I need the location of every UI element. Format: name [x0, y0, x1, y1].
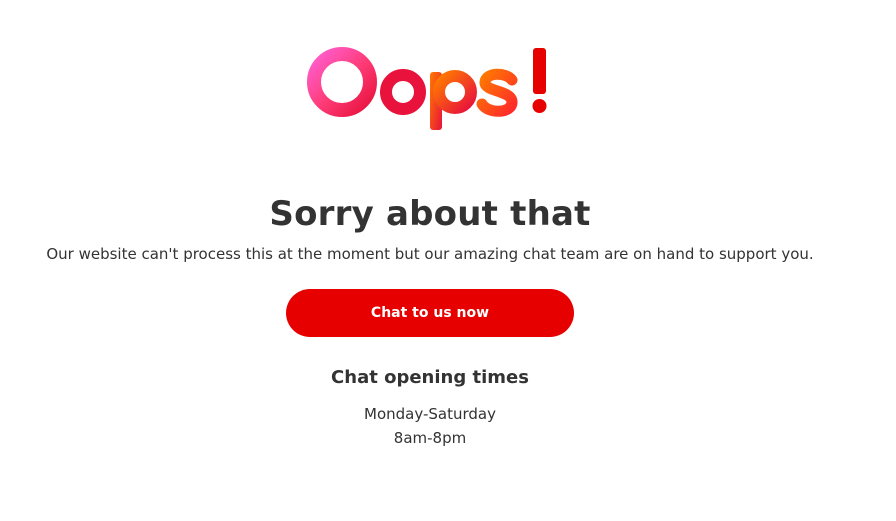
- logo-letter-p: [430, 70, 477, 130]
- logo-exclamation: [532, 48, 547, 113]
- oops-logo-graphic: [307, 47, 547, 130]
- oops-logo: [300, 40, 560, 140]
- chat-now-button[interactable]: Chat to us now: [286, 289, 574, 337]
- opening-times-heading: Chat opening times: [331, 367, 529, 388]
- error-message: Our website can't process this at the mo…: [46, 245, 814, 263]
- page-title: Sorry about that: [269, 194, 591, 234]
- logo-letter-o-large: [307, 47, 377, 117]
- error-page: Sorry about that Our website can't proce…: [0, 0, 860, 521]
- logo-letter-s: [476, 68, 518, 117]
- opening-days: Monday-Saturday: [364, 405, 496, 423]
- logo-letter-o-small: [380, 69, 426, 115]
- opening-hours: 8am-8pm: [393, 429, 467, 447]
